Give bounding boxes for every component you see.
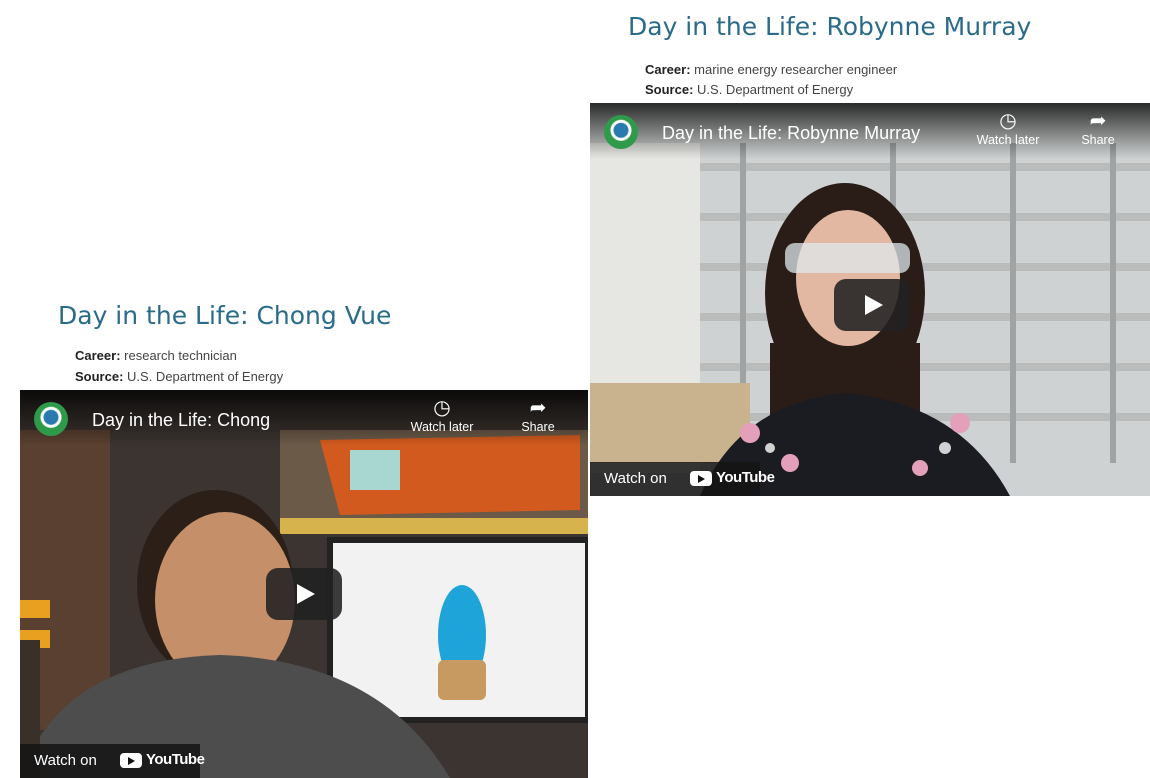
source-label: Source: — [645, 82, 694, 97]
video-title[interactable]: Day in the Life: Robynne Murray — [662, 123, 920, 144]
clock-icon: ◷ — [433, 397, 451, 419]
watch-later-button[interactable]: ◷ Watch later — [402, 396, 482, 434]
source-line: Source: U.S. Department of Energy — [75, 369, 283, 384]
youtube-wordmark: YouTube — [716, 469, 775, 486]
career-value: marine energy researcher engineer — [694, 62, 898, 77]
share-label: Share — [1081, 133, 1115, 147]
share-button[interactable]: ➦ Share — [1058, 109, 1138, 147]
youtube-logo-icon — [690, 471, 712, 486]
youtube-wordmark: YouTube — [146, 751, 205, 768]
watch-on-youtube-button[interactable]: Watch on YouTube — [590, 462, 775, 496]
play-button[interactable] — [266, 568, 342, 620]
source-label: Source: — [75, 369, 124, 384]
source-value: U.S. Department of Energy — [697, 82, 854, 97]
career-label: Career: — [75, 348, 121, 363]
watch-on-youtube-button[interactable]: Watch on YouTube — [20, 744, 205, 778]
share-arrow-icon: ➦ — [1089, 110, 1107, 132]
play-button[interactable] — [834, 279, 910, 331]
watch-on-label: Watch on — [604, 470, 667, 487]
share-label: Share — [521, 420, 555, 434]
channel-logo-icon[interactable] — [34, 402, 68, 436]
share-button[interactable]: ➦ Share — [498, 396, 578, 434]
career-line: Career: marine energy researcher enginee… — [645, 62, 897, 77]
career-label: Career: — [645, 62, 691, 77]
video-title[interactable]: Day in the Life: Chong — [92, 410, 270, 431]
share-arrow-icon: ➦ — [529, 397, 547, 419]
clock-icon: ◷ — [999, 110, 1017, 132]
watch-on-label: Watch on — [34, 752, 97, 769]
card-title[interactable]: Day in the Life: Robynne Murray — [628, 12, 1031, 41]
watch-later-label: Watch later — [410, 420, 474, 434]
youtube-logo-icon — [120, 753, 142, 768]
video-player[interactable]: Day in the Life: Robynne Murray ◷ Watch … — [590, 103, 1150, 496]
source-value: U.S. Department of Energy — [127, 369, 284, 384]
card-title[interactable]: Day in the Life: Chong Vue — [58, 301, 391, 330]
video-player[interactable]: Day in the Life: Chong ◷ Watch later ➦ S… — [20, 390, 588, 778]
watch-later-button[interactable]: ◷ Watch later — [968, 109, 1048, 147]
source-line: Source: U.S. Department of Energy — [645, 82, 853, 97]
career-line: Career: research technician — [75, 348, 237, 363]
career-value: research technician — [124, 348, 237, 363]
watch-later-label: Watch later — [976, 133, 1040, 147]
video-card-robynne: Day in the Life: Robynne Murray Career: … — [590, 0, 1150, 500]
channel-logo-icon[interactable] — [604, 115, 638, 149]
video-card-chong: Day in the Life: Chong Vue Career: resea… — [20, 295, 588, 778]
